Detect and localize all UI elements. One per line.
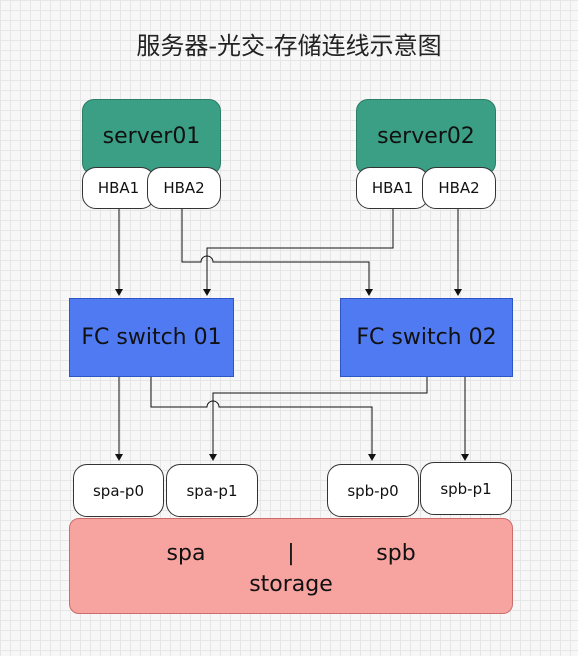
spa-p0-label: spa-p0 xyxy=(92,481,144,500)
server02-box: server02 xyxy=(356,99,496,175)
storage-port-spb-p0: spb-p0 xyxy=(327,464,419,517)
server02-label: server02 xyxy=(377,124,475,149)
server01-box: server01 xyxy=(82,99,221,175)
link-s1hba2-sw2 xyxy=(181,209,373,296)
fc-switch-02: FC switch 02 xyxy=(340,298,513,377)
link-sw2-spap1 xyxy=(209,377,428,461)
link-sw1-spbp0 xyxy=(150,377,376,461)
server01-hba1-label: HBA1 xyxy=(97,179,140,197)
server02-hba2-label: HBA2 xyxy=(438,179,480,197)
fc-switch-01: FC switch 01 xyxy=(69,298,234,377)
storage-port-spb-p1: spb-p1 xyxy=(420,462,512,515)
server02-hba2: HBA2 xyxy=(422,167,496,209)
server01-hba2-label: HBA2 xyxy=(163,179,205,197)
storage-port-spa-p1: spa-p1 xyxy=(166,464,258,517)
server02-hba1-label: HBA1 xyxy=(371,179,414,197)
storage-port-spa-p0: spa-p0 xyxy=(73,464,164,517)
server01-hba2: HBA2 xyxy=(147,167,221,209)
server01-hba1: HBA1 xyxy=(82,167,155,209)
storage-spa-label: spa xyxy=(166,541,206,566)
storage-separator: | xyxy=(287,541,295,566)
storage-name: storage xyxy=(249,572,333,597)
storage-spb-label: spb xyxy=(376,541,416,566)
fc-switch-01-label: FC switch 01 xyxy=(81,325,222,350)
server02-hba1: HBA1 xyxy=(356,167,429,209)
spb-p0-label: spb-p0 xyxy=(347,481,399,500)
spb-p1-label: spb-p1 xyxy=(440,479,492,498)
server01-label: server01 xyxy=(102,124,201,149)
spa-p1-label: spa-p1 xyxy=(186,481,238,500)
storage-controllers-row: spa | spb xyxy=(70,541,512,566)
diagram-canvas: 服务器-光交-存储连线示意图 server01 HBA1 HBA2 server… xyxy=(0,0,578,656)
storage-box: spa | spb storage xyxy=(69,518,513,614)
link-s2hba1-sw1 xyxy=(203,209,394,296)
fc-switch-02-label: FC switch 02 xyxy=(356,325,497,350)
